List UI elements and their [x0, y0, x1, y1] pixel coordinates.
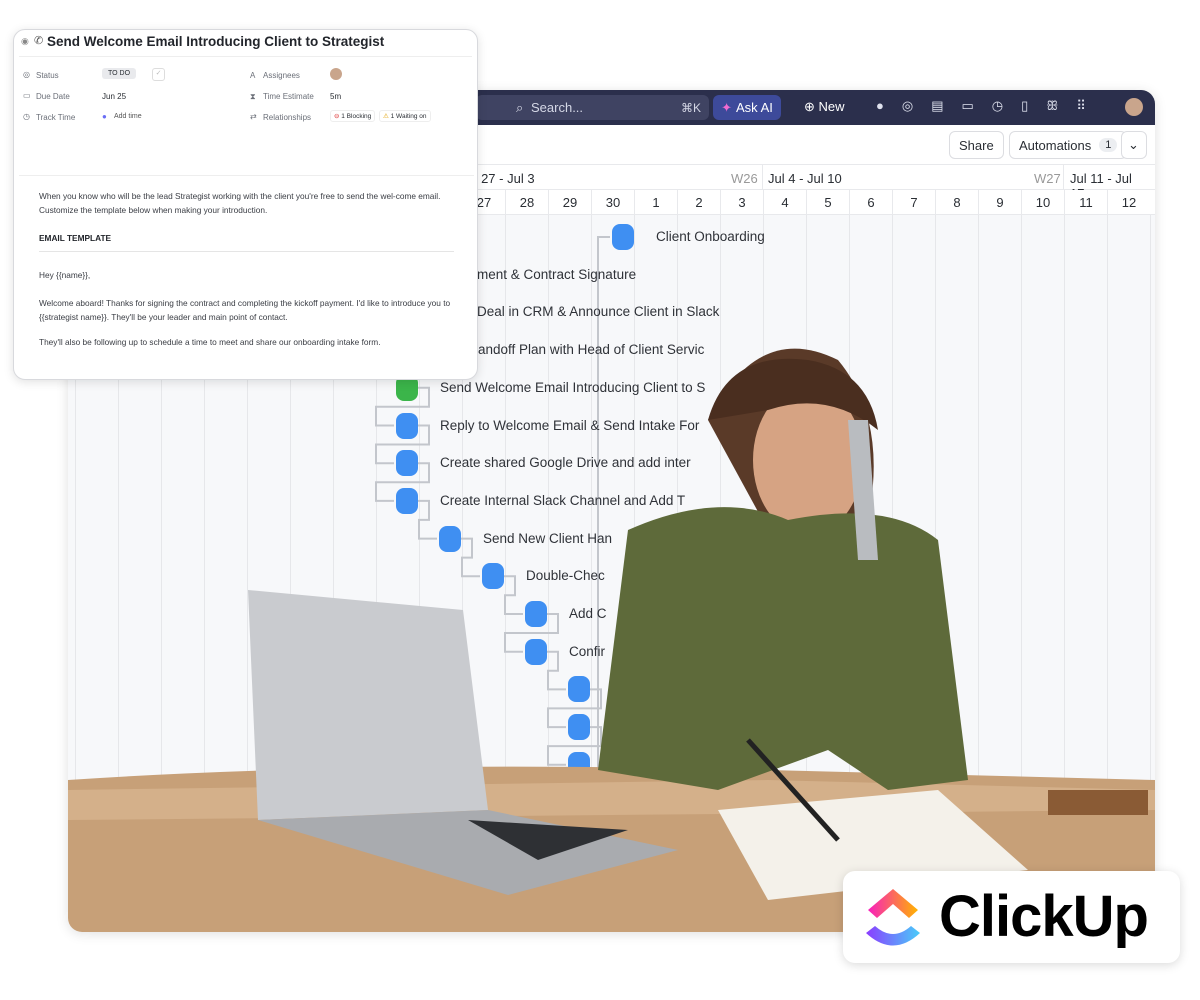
add-time-button[interactable]: Add time: [114, 113, 142, 120]
complete-checkbox[interactable]: ✓: [152, 68, 165, 81]
divider: [19, 56, 472, 57]
waiting-text: 1 Waiting on: [390, 113, 427, 120]
status-label: Status: [36, 71, 59, 80]
task-description[interactable]: When you know who will be the lead Strat…: [19, 175, 474, 379]
task-status-dot-icon: ◉: [21, 36, 29, 46]
greeting-text: Hey {{name}},: [39, 270, 91, 280]
due-date-value[interactable]: Jun 25: [102, 92, 126, 101]
body-paragraph: Welcome aboard! Thanks for signing the c…: [39, 298, 451, 322]
relationships-label: Relationships: [263, 113, 312, 122]
clickup-logo-icon: [866, 889, 920, 946]
clickup-logo: ClickUp: [843, 871, 1180, 963]
assignee-avatar[interactable]: [330, 68, 342, 80]
task-detail-card: ◉ ✆ Send Welcome Email Introducing Clien…: [13, 29, 478, 380]
calendar-icon: ▭: [23, 91, 31, 100]
person-icon: A: [250, 71, 256, 80]
assignees-label: Assignees: [263, 71, 300, 80]
template-heading: EMAIL TEMPLATE: [39, 231, 454, 252]
time-estimate-value[interactable]: 5m: [330, 92, 341, 101]
blocked-icon: ⊖: [334, 113, 340, 120]
stopwatch-icon: ◷: [23, 112, 30, 121]
warning-icon: ⚠: [383, 113, 389, 120]
clickup-wordmark: ClickUp: [939, 884, 1149, 949]
hourglass-icon: ⧗: [250, 92, 256, 101]
intro-text: When you know who will be the lead Strat…: [39, 191, 441, 215]
phone-icon: ✆: [34, 35, 44, 47]
waiting-on-badge[interactable]: ⚠ 1 Waiting on: [379, 110, 431, 122]
status-button[interactable]: TO DO: [102, 68, 137, 79]
track-time-label: Track Time: [36, 113, 76, 122]
body-paragraph: They'll also be following up to schedule…: [39, 337, 381, 347]
blocking-text: 1 Blocking: [341, 113, 372, 120]
play-icon: ●: [102, 112, 107, 121]
task-title[interactable]: Send Welcome Email Introducing Client to…: [47, 34, 384, 49]
blocking-badge[interactable]: ⊖ 1 Blocking: [330, 110, 376, 122]
time-estimate-label: Time Estimate: [263, 92, 314, 101]
relationships-icon: ⇄: [250, 112, 257, 121]
due-date-label: Due Date: [36, 92, 70, 101]
status-icon: ◎: [23, 70, 30, 79]
